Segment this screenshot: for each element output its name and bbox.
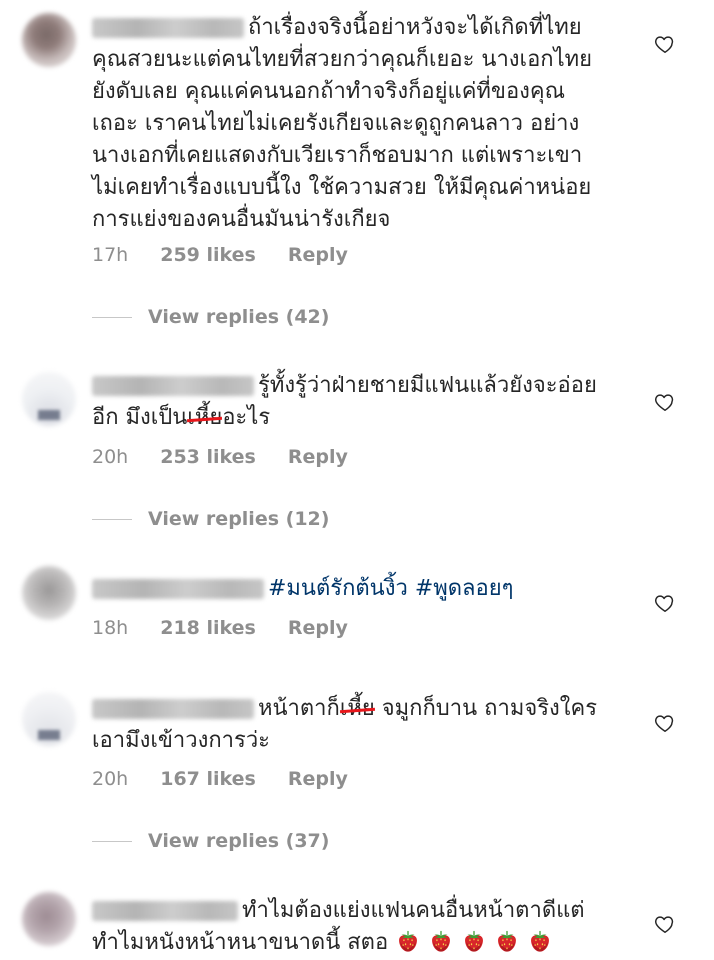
heart-outline-icon[interactable] <box>654 913 676 935</box>
divider-line <box>92 518 132 520</box>
username-blurred[interactable] <box>92 18 244 38</box>
likes-count[interactable]: 218 likes <box>160 617 256 639</box>
heart-outline-icon[interactable] <box>654 592 676 614</box>
divider-line <box>92 840 132 842</box>
strawberry-icon <box>395 928 421 954</box>
reply-button[interactable]: Reply <box>288 768 348 790</box>
avatar[interactable] <box>22 566 76 620</box>
timestamp: 20h <box>92 446 129 468</box>
username-blurred[interactable] <box>92 376 254 396</box>
username-blurred[interactable] <box>92 901 238 921</box>
censored-word: เหี้ย <box>339 696 375 721</box>
comment-meta: 17h 259 likes Reply <box>92 244 380 266</box>
timestamp: 18h <box>92 617 129 639</box>
reply-button[interactable]: Reply <box>288 244 348 266</box>
view-replies-button[interactable]: View replies (12) <box>92 508 329 530</box>
comment-text: #มนต์รักต้นงิ้ว #พูดลอยๆ <box>92 573 632 605</box>
emoji-row <box>395 930 560 955</box>
timestamp: 20h <box>92 768 129 790</box>
strawberry-icon <box>527 928 553 954</box>
avatar-mark <box>38 410 60 420</box>
avatar-mark <box>38 730 60 740</box>
hashtags[interactable]: #มนต์รักต้นงิ้ว #พูดลอยๆ <box>268 576 513 601</box>
strawberry-icon <box>494 928 520 954</box>
username-blurred[interactable] <box>92 699 254 719</box>
comment-meta: 20h 253 likes Reply <box>92 446 380 468</box>
comment-text: ถ้าเรื่องจริงนี้อย่าหวังจะได้เกิดที่ไทย … <box>92 15 593 232</box>
heart-outline-icon[interactable] <box>654 391 676 413</box>
strawberry-icon <box>461 928 487 954</box>
likes-count[interactable]: 253 likes <box>160 446 256 468</box>
divider-line <box>92 316 132 318</box>
reply-button[interactable]: Reply <box>288 446 348 468</box>
avatar[interactable] <box>22 13 76 67</box>
comment-meta: 18h 218 likes Reply <box>92 617 380 639</box>
avatar[interactable] <box>22 892 76 946</box>
view-replies-button[interactable]: View replies (42) <box>92 306 329 328</box>
heart-outline-icon[interactable] <box>654 33 676 55</box>
censored-word: เหี้ย <box>187 405 223 430</box>
comment-text: หน้าตาก็เหี้ย จมูกก็บาน ถามจริงใคร เอามึ… <box>92 696 598 753</box>
heart-outline-icon[interactable] <box>654 712 676 734</box>
comment-text: ทำไมต้องแย่งแฟนคนอื่นหน้าตาดีแต่ ทำไมหนั… <box>92 898 585 955</box>
username-blurred[interactable] <box>92 579 264 599</box>
likes-count[interactable]: 259 likes <box>160 244 256 266</box>
strawberry-icon <box>428 928 454 954</box>
likes-count[interactable]: 167 likes <box>160 768 256 790</box>
timestamp: 17h <box>92 244 129 266</box>
comment-text: รู้ทั้งรู้ว่าฝ่ายชายมีแฟนแล้วยังจะอ่อย อ… <box>92 373 597 430</box>
view-replies-button[interactable]: View replies (37) <box>92 830 329 852</box>
comment-meta: 20h 167 likes Reply <box>92 768 380 790</box>
reply-button[interactable]: Reply <box>288 617 348 639</box>
